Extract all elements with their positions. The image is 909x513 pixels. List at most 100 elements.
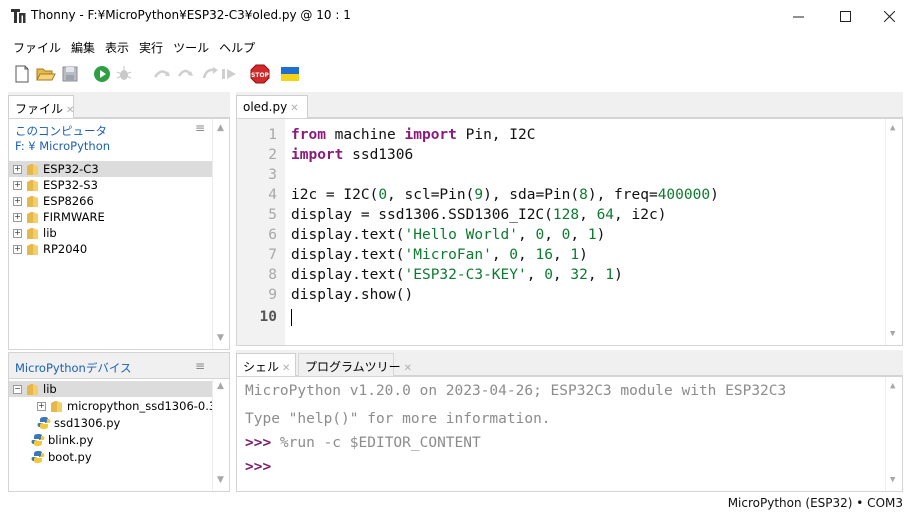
minimize-button[interactable] xyxy=(775,0,821,32)
tree-item[interactable]: + FIRMWARE xyxy=(9,209,105,225)
close-tab-icon[interactable]: ✕ xyxy=(290,103,298,114)
new-file-button[interactable] xyxy=(12,64,32,84)
menu-run[interactable]: 実行 xyxy=(134,36,168,58)
collapse-icon[interactable]: − xyxy=(13,384,22,394)
debug-button[interactable] xyxy=(114,64,134,84)
string-literal: 'ESP32-C3-KEY' xyxy=(404,267,527,283)
editor-scrollbar[interactable]: ▲ ▼ xyxy=(885,119,902,345)
minimize-icon xyxy=(792,16,804,17)
menu-file[interactable]: ファイル xyxy=(8,36,66,58)
tab-files[interactable]: ファイル ✕ xyxy=(8,95,74,118)
code-text: i2c = I2C( xyxy=(291,187,379,203)
tree-item-label: micropython_ssd1306-0.3. xyxy=(67,399,220,413)
scroll-up-icon[interactable]: ▲ xyxy=(217,381,224,391)
step-over-button[interactable] xyxy=(152,64,172,84)
step-into-button[interactable] xyxy=(176,64,196,84)
tree-item[interactable]: + ESP32-C3 xyxy=(9,161,212,177)
string-literal: 'Hello World' xyxy=(404,227,519,243)
resume-button[interactable] xyxy=(220,64,240,84)
close-tab-icon[interactable]: ✕ xyxy=(66,105,74,116)
device-panel: MicroPythonデバイス ≡ − lib + micropython_ss… xyxy=(8,352,230,492)
expand-icon[interactable]: + xyxy=(13,244,22,254)
device-heading[interactable]: MicroPythonデバイス xyxy=(15,360,131,376)
close-tab-icon[interactable]: ✕ xyxy=(404,363,412,374)
code-text: display = ssd1306.SSD1306_I2C( xyxy=(291,207,553,223)
step-out-button[interactable] xyxy=(200,64,220,84)
device-scrollbar[interactable]: ▲ ▼ xyxy=(212,379,229,491)
code-editor[interactable]: 1 2 3 4 5 6 7 8 9 10 from machine import… xyxy=(236,118,903,346)
code-text: ) xyxy=(614,267,623,283)
run-icon xyxy=(94,66,110,82)
expand-icon[interactable]: + xyxy=(13,228,22,238)
folder-icon xyxy=(27,211,38,223)
folder-icon xyxy=(27,179,38,191)
open-file-button[interactable] xyxy=(36,64,56,84)
interpreter-status[interactable]: MicroPython (ESP32) • COM3 xyxy=(728,496,903,510)
step-over-icon xyxy=(153,70,170,78)
line-number: 9 xyxy=(268,287,277,303)
expand-icon[interactable]: + xyxy=(13,196,22,206)
shell-command-line: >>> %run -c $EDITOR_CONTENT xyxy=(245,435,481,451)
tree-item-label: boot.py xyxy=(48,450,92,464)
tree-item[interactable]: ssd1306.py xyxy=(9,415,120,431)
files-scrollbar[interactable]: ▲ ▼ xyxy=(212,119,229,349)
panel-menu-icon[interactable]: ≡ xyxy=(195,121,205,135)
tree-item[interactable]: + micropython_ssd1306-0.3. xyxy=(9,398,220,414)
tree-item[interactable]: + lib xyxy=(9,225,57,241)
scroll-down-icon[interactable]: ▼ xyxy=(217,333,224,343)
computer-heading[interactable]: このコンピュータ xyxy=(15,123,107,139)
code-line: display.text('MicroFan', 0, 16, 1) xyxy=(291,247,588,263)
menu-tools[interactable]: ツール xyxy=(168,36,214,58)
code-text: display.show() xyxy=(291,287,414,303)
scroll-up-icon[interactable]: ▲ xyxy=(890,381,895,391)
title-bar: Thonny - F:¥MicroPython¥ESP32-C3¥oled.py… xyxy=(0,0,909,32)
close-tab-icon[interactable]: ✕ xyxy=(282,363,290,374)
scroll-down-icon[interactable]: ▼ xyxy=(217,475,224,485)
line-number: 1 xyxy=(268,127,277,143)
scroll-up-icon[interactable]: ▲ xyxy=(890,123,895,133)
scroll-down-icon[interactable]: ▼ xyxy=(890,475,895,485)
maximize-icon xyxy=(839,10,851,22)
save-button[interactable] xyxy=(60,64,80,84)
run-button[interactable] xyxy=(92,64,112,84)
tree-item-label: FIRMWARE xyxy=(43,210,105,224)
tree-item[interactable]: + RP2040 xyxy=(9,241,87,257)
number-literal: 1 xyxy=(587,227,597,243)
tree-item[interactable]: − lib xyxy=(9,381,212,397)
menu-help[interactable]: ヘルプ xyxy=(214,36,260,58)
number-literal: 400000 xyxy=(657,187,711,203)
expand-icon[interactable]: + xyxy=(13,164,22,174)
stop-button[interactable]: STOP xyxy=(250,64,270,84)
tree-item[interactable]: + ESP8266 xyxy=(9,193,94,209)
tab-program-tree[interactable]: プログラムツリー ✕ xyxy=(298,353,412,376)
expand-icon[interactable]: + xyxy=(13,212,22,222)
keyword: from xyxy=(291,127,326,143)
scroll-down-icon[interactable]: ▼ xyxy=(890,329,895,339)
close-button[interactable] xyxy=(866,0,909,32)
line-number: 5 xyxy=(268,207,277,223)
maximize-button[interactable] xyxy=(822,0,868,32)
tab-oled-py[interactable]: oled.py ✕ xyxy=(236,95,308,118)
window-title: Thonny - F:¥MicroPython¥ESP32-C3¥oled.py… xyxy=(31,8,351,22)
code-line: display.show() xyxy=(291,287,413,303)
expand-icon[interactable]: + xyxy=(13,180,22,190)
expand-icon[interactable]: + xyxy=(37,401,46,411)
menu-edit[interactable]: 編集 xyxy=(66,36,100,58)
support-ukraine-button[interactable] xyxy=(280,64,300,84)
computer-path[interactable]: F: ¥ MicroPython xyxy=(15,139,110,153)
tree-item[interactable]: + ESP32-S3 xyxy=(9,177,98,193)
shell-scrollbar[interactable]: ▲ ▼ xyxy=(885,377,902,491)
shell-console[interactable]: MicroPython v1.20.0 on 2023-04-26; ESP32… xyxy=(236,376,903,492)
shell-input-line[interactable]: >>> xyxy=(245,459,271,475)
tree-item[interactable]: blink.py xyxy=(9,432,93,448)
code-line: display.text('ESP32-C3-KEY', 0, 32, 1) xyxy=(291,267,623,283)
scroll-up-icon[interactable]: ▲ xyxy=(217,123,224,133)
tab-shell[interactable]: シェル ✕ xyxy=(236,353,296,376)
tree-item[interactable]: boot.py xyxy=(9,449,92,465)
panel-menu-icon[interactable]: ≡ xyxy=(195,359,205,373)
tree-item-label: ESP8266 xyxy=(43,194,94,208)
code-text: display.text( xyxy=(291,227,405,243)
menu-view[interactable]: 表示 xyxy=(100,36,134,58)
code-text: , xyxy=(570,227,588,243)
tab-oled-py-label: oled.py xyxy=(243,100,288,114)
